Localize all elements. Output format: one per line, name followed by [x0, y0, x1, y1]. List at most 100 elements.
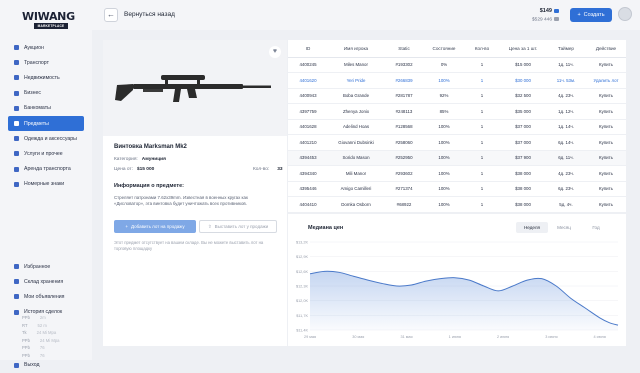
- history-col-a: Tk: [22, 330, 27, 335]
- sidebar-item-tools[interactable]: Услуги и прочее: [8, 146, 84, 161]
- table-header-cell[interactable]: Кол-во: [464, 40, 500, 58]
- table-row[interactable]: 4401210 Giovanni Dubsinki #258060 100% 1 $37 …: [288, 134, 626, 151]
- sidebar-item-box[interactable]: Предметы: [8, 115, 84, 132]
- table-cell: 100%: [424, 72, 464, 89]
- x-tick-label: 1 июня: [449, 335, 461, 339]
- table-cell: 4401210: [288, 134, 328, 151]
- table-cell: 100%: [424, 134, 464, 151]
- sidebar: WIWANG MARKETPLACE Аукцион Транспорт Недви…: [0, 0, 92, 368]
- table-header-cell[interactable]: Действие: [586, 40, 626, 58]
- sidebar-item-list[interactable]: Мои объявления: [8, 289, 84, 304]
- table-cell: 1д. 12ч.: [546, 103, 586, 120]
- create-button[interactable]: + Создать: [570, 8, 612, 22]
- price-label: Цена от:: [114, 167, 133, 172]
- box-icon: [14, 121, 19, 127]
- sidebar-item-plate[interactable]: Номерные знаки: [8, 177, 84, 192]
- tools-icon: [14, 151, 19, 157]
- back-label[interactable]: Вернуться назад: [124, 11, 175, 18]
- create-label: Создать: [583, 12, 605, 18]
- row-action-button[interactable]: Купить: [586, 88, 626, 104]
- offers-table-card: ID Имя игрока Static Состояние Кол-во Цена за…: [288, 40, 626, 213]
- deal-history-list: PPb 2m RT 52 m Tk 24 Mi Mpa PPb 24 Mi Mpa PPb 76 P…: [22, 315, 82, 360]
- sidebar-item-exit[interactable]: Выход: [8, 358, 84, 373]
- history-col-b: 2m: [39, 315, 46, 320]
- sidebar-item-atm[interactable]: Банкоматы: [8, 101, 84, 116]
- history-col-b: 76: [39, 352, 45, 358]
- table-header-cell[interactable]: ID: [288, 40, 328, 58]
- avatar[interactable]: [618, 7, 632, 21]
- sidebar-item-car[interactable]: Транспорт: [8, 55, 84, 70]
- row-action-button[interactable]: Купить: [586, 165, 626, 182]
- sidebar-item-briefcase[interactable]: Бизнес: [8, 86, 84, 101]
- house-icon: [14, 75, 19, 81]
- table-row[interactable]: 4401620 Yeri Pride #266839 100% 1 $30 000 11ч.…: [288, 72, 626, 89]
- sidebar-item-heart[interactable]: Избранное: [8, 259, 84, 274]
- history-col-a: RT: [22, 322, 28, 328]
- table-header-cell[interactable]: Static: [384, 40, 424, 58]
- category-label: Категория:: [114, 157, 138, 162]
- sidebar-item-shirt[interactable]: Одежда и аксессуары: [8, 131, 84, 146]
- qty-value: 33: [277, 167, 283, 172]
- row-action-button[interactable]: Купить: [586, 150, 626, 166]
- y-tick-label: $12,0K: [296, 299, 309, 303]
- table-row[interactable]: 4397759 Zhenya Jonix #248113 85% 1 $35 000 1д.…: [288, 103, 626, 120]
- table-cell: #248113: [384, 103, 424, 120]
- topbar: ← Вернуться назад $149 $529 446 + Создат…: [92, 0, 640, 30]
- row-action-button[interactable]: Купить: [586, 119, 626, 135]
- table-cell: 1: [464, 181, 500, 197]
- tab-0[interactable]: Неделя: [516, 222, 548, 233]
- history-col-a: PPb: [22, 337, 30, 343]
- row-action-button[interactable]: Купить: [586, 181, 626, 197]
- back-button[interactable]: ←: [104, 8, 118, 22]
- table-row[interactable]: 4395446 Amigo Camilleri #271374 100% 1 $38 00…: [288, 181, 626, 197]
- table-header-cell[interactable]: Цена за 1 шт.: [500, 40, 546, 58]
- chart-period-tabs: Неделя Месяц Год: [516, 222, 612, 233]
- sell-lot-button[interactable]: ⇧ Выставить лот у продажи: [199, 220, 277, 233]
- history-col-b: 24 Mi Mpa: [36, 330, 57, 335]
- table-row[interactable]: 4400245 Miles Manor #193302 0% 1 $15 000 1д. 1…: [288, 57, 626, 73]
- table-cell: $38 000: [500, 181, 546, 197]
- table-header-cell[interactable]: Состояние: [424, 40, 464, 58]
- table-cell: 1д. 11ч.: [546, 57, 586, 73]
- history-col-b: 24 Mi Mpa: [39, 337, 60, 343]
- x-tick-label: 29 мая: [304, 335, 316, 339]
- item-price-row: Цена от: $15 000: [114, 167, 154, 172]
- sidebar-item-key[interactable]: Аренда транспорта: [8, 162, 84, 177]
- car-icon: [14, 60, 19, 66]
- table-header-cell[interactable]: Таймер: [546, 40, 586, 58]
- sidebar-item-label: Склад хранения: [24, 278, 64, 285]
- history-row: PPb 24 Mi Mpa: [22, 338, 82, 346]
- table-row[interactable]: 4404410 Domka Osborn #68922 100% 1 $38 000 5д.…: [288, 196, 626, 213]
- row-action-button[interactable]: Купить: [586, 57, 626, 73]
- table-cell: Boba Grande: [328, 88, 384, 104]
- table-row[interactable]: 4400943 Boba Grande #281787 92% 1 $32 500 4д. …: [288, 88, 626, 104]
- tab-1[interactable]: Месяц: [548, 222, 580, 233]
- row-action-button[interactable]: Купить: [586, 196, 626, 213]
- table-row[interactable]: 4394453 Sorido Mason #252950 100% 1 $37 900 6д…: [288, 150, 626, 166]
- history-row: PPb 2m: [22, 315, 82, 323]
- offers-table: ID Имя игрока Static Состояние Кол-во Цена за…: [288, 40, 626, 213]
- tab-2[interactable]: Год: [580, 222, 612, 233]
- add-lot-button[interactable]: + Добавить лот на продажу: [114, 220, 196, 233]
- sidebar-item-gavel[interactable]: Аукцион: [8, 40, 84, 55]
- table-cell: 4404410: [288, 196, 328, 213]
- row-action-button[interactable]: Купить: [586, 134, 626, 151]
- table-row[interactable]: 4401628 Adelind Hoas #128568 100% 1 $37 000 1д…: [288, 119, 626, 135]
- table-cell: 6д. 11ч.: [546, 150, 586, 166]
- table-cell: 1: [464, 103, 500, 120]
- history-col-a: PPb: [22, 352, 30, 358]
- row-action-button[interactable]: Купить: [586, 103, 626, 120]
- sidebar-item-label: Банкоматы: [24, 105, 51, 112]
- table-row[interactable]: 4394340 Mili Manor #293602 100% 1 $38 000 4д. …: [288, 165, 626, 182]
- table-cell: $38 000: [500, 165, 546, 182]
- table-header-cell[interactable]: Имя игрока: [328, 40, 384, 58]
- x-tick-label: 4 июня: [594, 335, 606, 339]
- info-text: Стреляет патронами 7.62x39mm. Известная …: [114, 195, 248, 207]
- sidebar-item-warehouse[interactable]: Склад хранения: [8, 274, 84, 289]
- plate-icon: [14, 181, 19, 187]
- logo[interactable]: WIWANG MARKETPLACE: [22, 11, 75, 29]
- favorite-heart-icon[interactable]: ♥: [269, 46, 281, 58]
- balance-main: $149: [539, 8, 552, 14]
- sidebar-item-house[interactable]: Недвижимость: [8, 70, 84, 85]
- row-action-button[interactable]: Удалить лот: [586, 72, 626, 89]
